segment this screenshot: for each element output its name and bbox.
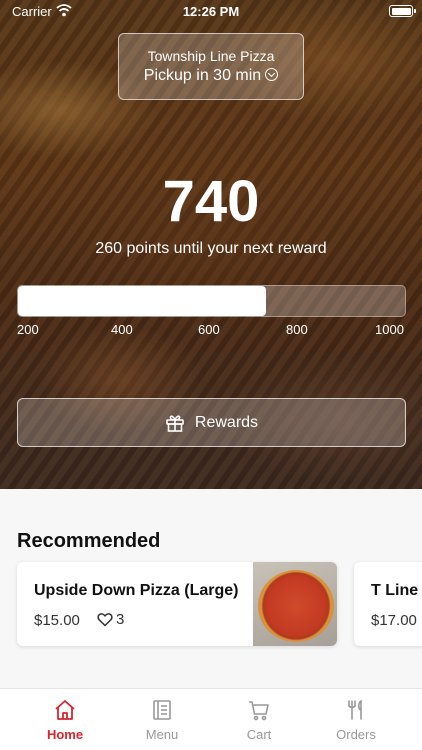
heart-icon — [97, 613, 113, 627]
item-price: $17.00 — [371, 612, 417, 629]
pizza-illustration — [258, 570, 334, 642]
store-name: Township Line Pizza — [147, 48, 275, 64]
gift-icon — [166, 414, 184, 432]
tab-label: Menu — [145, 727, 179, 742]
tab-orders[interactable]: Orders — [303, 689, 409, 750]
status-bar: Carrier 12:26 PM — [0, 0, 422, 24]
item-likes[interactable]: 3 — [97, 611, 124, 628]
tab-label: Orders — [336, 727, 376, 742]
item-price: $15.00 — [34, 612, 80, 629]
menu-icon — [153, 700, 171, 720]
progress-tick-label: 400 — [111, 322, 133, 337]
tab-label: Home — [46, 727, 84, 742]
points-subtitle: 260 points until your next reward — [95, 240, 327, 257]
recommended-item-card[interactable]: Upside Down Pizza (Large) $15.00 3 — [17, 562, 337, 646]
pickup-time-row: Pickup in 30 min — [119, 67, 303, 85]
likes-count: 3 — [116, 611, 125, 628]
progress-tick-label: 800 — [286, 322, 308, 337]
recommended-item-card[interactable]: T Line $17.00 — [354, 562, 422, 646]
battery-icon — [389, 5, 416, 17]
tab-menu[interactable]: Menu — [109, 689, 215, 750]
rewards-button-label: Rewards — [194, 413, 259, 431]
tab-bar: Home Menu Cart Orders — [0, 688, 422, 750]
tab-label: Cart — [246, 727, 272, 742]
cart-icon — [249, 701, 269, 721]
recommended-title: Recommended — [17, 530, 161, 552]
orders-icon — [348, 699, 362, 720]
chevron-down-icon — [265, 68, 279, 81]
pizza-image — [253, 562, 337, 646]
pickup-time: Pickup in 30 min — [143, 67, 262, 84]
points-value: 740 — [162, 169, 260, 234]
clock: 12:26 PM — [182, 4, 240, 19]
rewards-button[interactable]: Rewards — [17, 398, 406, 447]
points-progress-fill — [18, 286, 266, 316]
progress-tick-label: 600 — [198, 322, 220, 337]
item-name: Upside Down Pizza (Large) — [34, 582, 239, 599]
tab-home[interactable]: Home — [12, 689, 118, 750]
home-icon — [55, 700, 75, 720]
progress-tick-label: 200 — [17, 322, 39, 337]
progress-tick-label: 1000 — [375, 322, 404, 337]
location-selector[interactable]: Township Line Pizza Pickup in 30 min — [118, 33, 304, 100]
tab-cart[interactable]: Cart — [206, 689, 312, 750]
item-name: T Line — [371, 582, 419, 599]
points-progress-bar — [17, 285, 406, 317]
